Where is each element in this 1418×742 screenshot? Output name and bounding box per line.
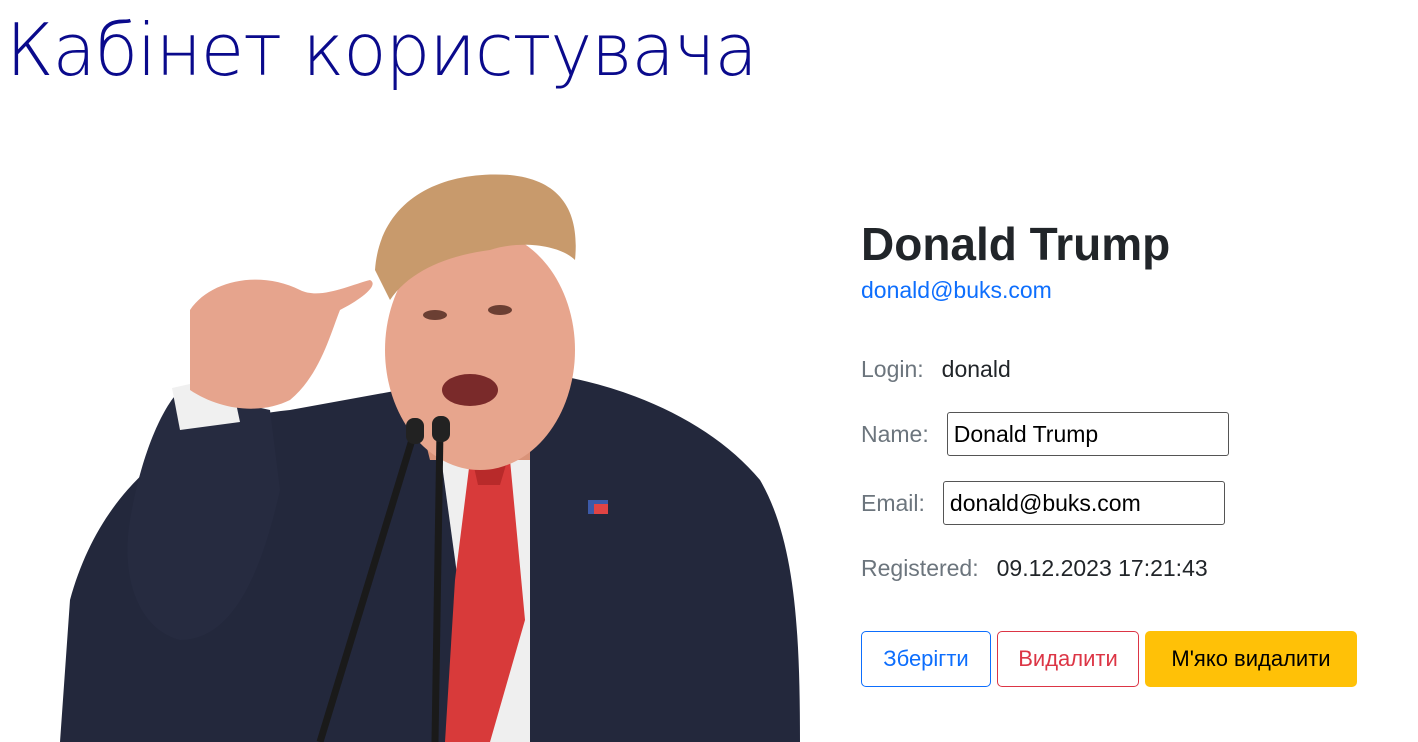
email-field[interactable] bbox=[942, 481, 1225, 525]
registered-row: Registered: 09.12.2023 17:21:43 bbox=[861, 555, 1208, 582]
email-row: Email: bbox=[861, 481, 1225, 525]
login-value: donald bbox=[941, 356, 1011, 382]
user-photo bbox=[60, 160, 820, 742]
registered-value: 09.12.2023 17:21:43 bbox=[996, 555, 1208, 581]
name-row: Name: bbox=[861, 412, 1229, 456]
name-label: Name: bbox=[861, 420, 929, 447]
page-title: Кабінет користувача bbox=[6, 8, 758, 92]
login-label: Login: bbox=[861, 356, 924, 382]
delete-button[interactable]: Видалити bbox=[997, 631, 1139, 687]
save-button[interactable]: Зберігти bbox=[861, 631, 991, 687]
login-row: Login: donald bbox=[861, 356, 1011, 383]
user-email-link[interactable]: donald@buks.com bbox=[861, 276, 1052, 304]
soft-delete-button[interactable]: М'яко видалити bbox=[1145, 631, 1357, 687]
user-name-heading: Donald Trump bbox=[861, 218, 1171, 270]
action-buttons: Зберігти Видалити М'яко видалити bbox=[861, 631, 1357, 687]
email-label: Email: bbox=[861, 489, 925, 516]
registered-label: Registered: bbox=[861, 555, 979, 581]
name-field[interactable] bbox=[946, 412, 1229, 456]
